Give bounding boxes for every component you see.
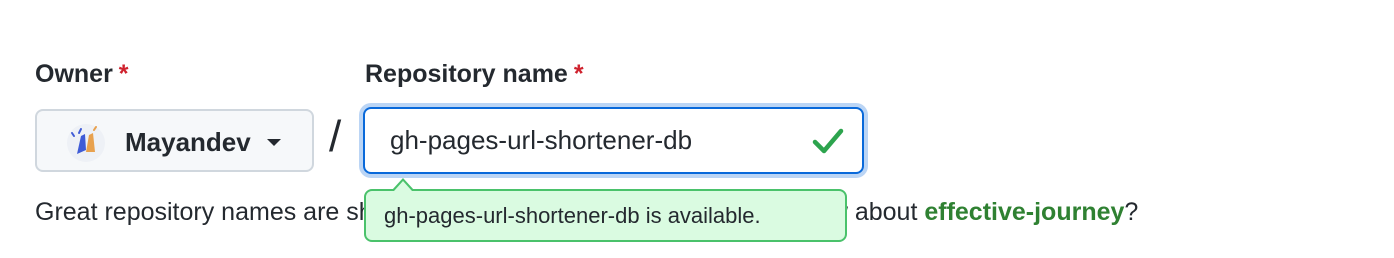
owner-label-text: Owner (35, 60, 113, 88)
owner-label: Owner * (35, 60, 129, 89)
owner-name: Mayandev (125, 127, 251, 157)
repository-name-label-text: Repository name (365, 60, 568, 88)
owner-repo-separator: / (329, 112, 342, 161)
repository-name-label: Repository name * (365, 60, 584, 89)
repository-required-mark: * (573, 60, 584, 88)
clapping-hands-avatar-icon (67, 124, 105, 162)
repository-name-input[interactable] (365, 109, 795, 172)
suggested-name-link[interactable]: effective-journey (924, 198, 1124, 226)
tooltip-arrow-fill (394, 181, 412, 191)
owner-select-button[interactable]: Mayandev (35, 109, 314, 172)
hint-suffix: ? (1124, 198, 1139, 226)
check-icon (812, 128, 844, 154)
caret-down-icon (267, 139, 281, 146)
availability-tooltip: gh-pages-url-shortener-db is available. (364, 189, 847, 242)
owner-required-mark: * (118, 60, 129, 88)
availability-message: gh-pages-url-shortener-db is available. (384, 203, 761, 228)
repository-name-field (363, 107, 864, 174)
